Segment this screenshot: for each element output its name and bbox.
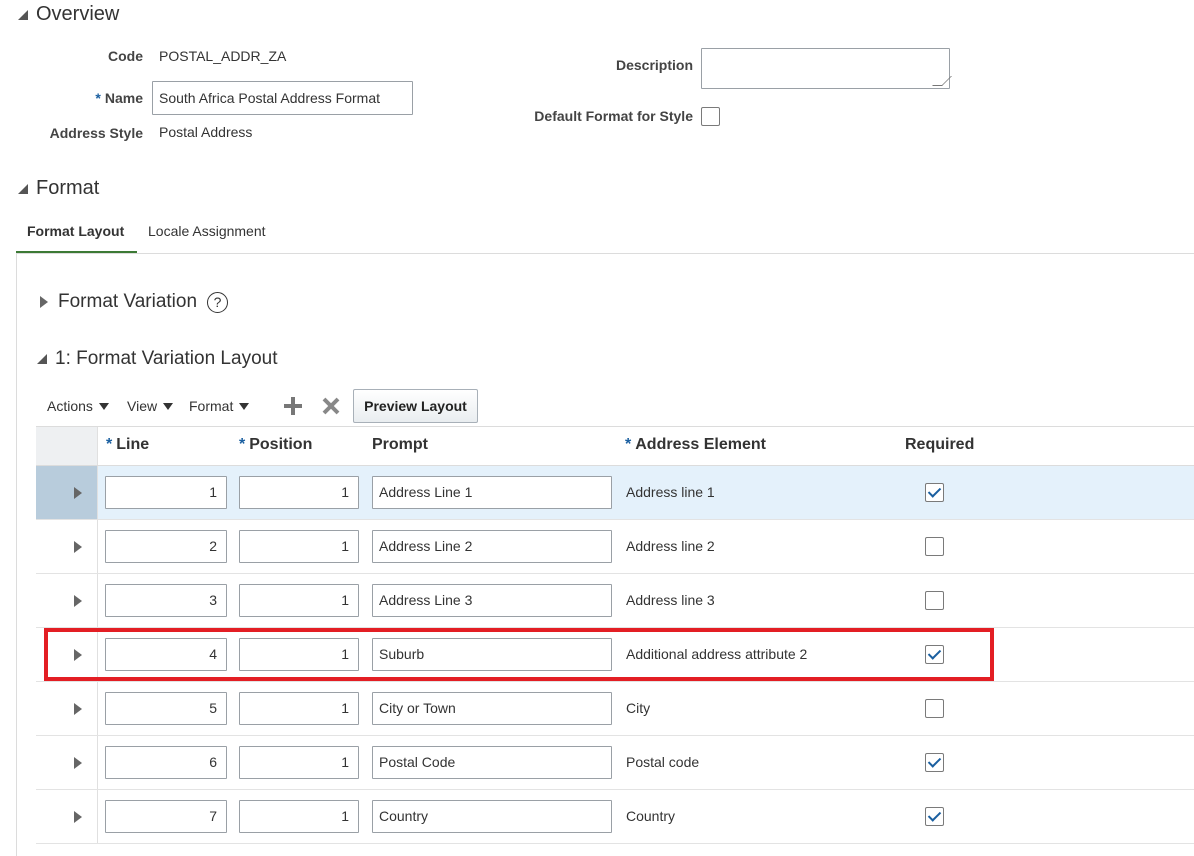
position-input[interactable]: 1 bbox=[239, 692, 359, 725]
actions-menu[interactable]: Actions bbox=[47, 398, 109, 414]
row-gutter[interactable] bbox=[36, 520, 98, 573]
default-format-label: Default Format for Style bbox=[534, 108, 693, 124]
expand-row-icon[interactable] bbox=[74, 595, 82, 607]
position-input[interactable]: 1 bbox=[239, 584, 359, 617]
column-header-position[interactable]: * Position bbox=[239, 436, 312, 454]
line-input[interactable]: 1 bbox=[105, 476, 227, 509]
address-element-value: Postal code bbox=[626, 754, 700, 770]
view-menu[interactable]: View bbox=[127, 398, 174, 414]
line-input[interactable]: 5 bbox=[105, 692, 227, 725]
column-header-prompt[interactable]: Prompt bbox=[372, 436, 428, 454]
required-checkbox[interactable] bbox=[925, 537, 944, 556]
expand-row-icon[interactable] bbox=[74, 811, 82, 823]
format-variation-header[interactable]: Format Variation ? bbox=[40, 291, 229, 313]
overview-title: Overview bbox=[36, 3, 120, 25]
format-title: Format bbox=[36, 177, 100, 199]
address-element-value: Address line 2 bbox=[626, 538, 715, 554]
x-icon[interactable] bbox=[322, 397, 340, 415]
address-element-value: Address line 3 bbox=[626, 592, 715, 608]
prompt-input[interactable]: Address Line 2 bbox=[372, 530, 612, 563]
tab-format-layout[interactable]: Format Layout bbox=[27, 223, 124, 239]
column-header-line[interactable]: * Line bbox=[106, 436, 149, 454]
address-element-value: Country bbox=[626, 808, 676, 824]
table-row[interactable]: 6 1 Postal Code Postal code bbox=[36, 736, 1194, 790]
position-input[interactable]: 1 bbox=[239, 746, 359, 779]
required-checkbox[interactable] bbox=[925, 807, 944, 826]
prompt-input[interactable]: Country bbox=[372, 800, 612, 833]
default-format-checkbox[interactable] bbox=[701, 107, 720, 126]
table-row[interactable]: 1 1 Address Line 1 Address line 1 bbox=[36, 466, 1194, 520]
header-gutter bbox=[36, 427, 98, 465]
resize-handle-icon[interactable] bbox=[932, 76, 952, 86]
position-input[interactable]: 1 bbox=[239, 800, 359, 833]
description-textarea[interactable] bbox=[701, 48, 952, 89]
caret-down-icon bbox=[98, 402, 109, 410]
format-header[interactable]: Format bbox=[18, 177, 99, 200]
name-label: * Name bbox=[95, 90, 143, 106]
row-gutter[interactable] bbox=[36, 682, 98, 735]
format-variation-title: Format Variation bbox=[58, 291, 198, 312]
required-checkbox[interactable] bbox=[925, 591, 944, 610]
plus-icon[interactable] bbox=[284, 397, 302, 415]
line-input[interactable]: 3 bbox=[105, 584, 227, 617]
variation-layout-header[interactable]: 1: Format Variation Layout bbox=[37, 348, 277, 370]
required-checkbox[interactable] bbox=[925, 699, 944, 718]
name-input[interactable] bbox=[152, 81, 413, 115]
help-icon[interactable]: ? bbox=[207, 291, 229, 313]
line-input[interactable]: 6 bbox=[105, 746, 227, 779]
table-row[interactable]: 2 1 Address Line 2 Address line 2 bbox=[36, 520, 1194, 574]
required-checkbox[interactable] bbox=[925, 753, 944, 772]
address-element-value: Address line 1 bbox=[626, 484, 715, 500]
column-header-required[interactable]: Required bbox=[905, 436, 974, 454]
address-style-value: Postal Address bbox=[159, 124, 253, 140]
line-input[interactable]: 2 bbox=[105, 530, 227, 563]
address-style-label: Address Style bbox=[49, 125, 143, 141]
row-gutter[interactable] bbox=[36, 466, 98, 519]
expand-row-icon[interactable] bbox=[74, 541, 82, 553]
collapse-icon[interactable] bbox=[18, 183, 28, 194]
content-border bbox=[16, 254, 17, 856]
collapse-icon[interactable] bbox=[37, 354, 47, 364]
table-row[interactable]: 5 1 City or Town City bbox=[36, 682, 1194, 736]
expand-row-icon[interactable] bbox=[74, 703, 82, 715]
table-top-border bbox=[36, 426, 1194, 427]
expand-row-icon[interactable] bbox=[74, 757, 82, 769]
row-gutter[interactable] bbox=[36, 790, 98, 843]
expand-icon[interactable] bbox=[40, 296, 48, 308]
description-label: Description bbox=[615, 57, 693, 73]
position-input[interactable]: 1 bbox=[239, 530, 359, 563]
preview-layout-button[interactable]: Preview Layout bbox=[353, 389, 478, 423]
prompt-input[interactable]: City or Town bbox=[372, 692, 612, 725]
required-marker: * bbox=[95, 90, 101, 106]
column-header-address-element[interactable]: * Address Element bbox=[625, 436, 766, 454]
code-value: POSTAL_ADDR_ZA bbox=[159, 48, 287, 64]
code-label: Code bbox=[108, 48, 143, 64]
position-input[interactable]: 1 bbox=[239, 476, 359, 509]
expand-row-icon[interactable] bbox=[74, 487, 82, 499]
prompt-input[interactable]: Postal Code bbox=[372, 746, 612, 779]
tab-divider bbox=[16, 253, 1194, 254]
row-gutter[interactable] bbox=[36, 574, 98, 627]
tab-locale-assignment[interactable]: Locale Assignment bbox=[148, 223, 266, 239]
table-row[interactable]: 7 1 Country Country bbox=[36, 790, 1194, 844]
row-gutter[interactable] bbox=[36, 736, 98, 789]
caret-down-icon bbox=[239, 402, 250, 410]
collapse-icon[interactable] bbox=[18, 9, 28, 20]
table-row[interactable]: 3 1 Address Line 3 Address line 3 bbox=[36, 574, 1194, 628]
address-element-value: City bbox=[626, 700, 651, 716]
prompt-input[interactable]: Address Line 1 bbox=[372, 476, 612, 509]
highlight-box bbox=[44, 628, 994, 681]
variation-layout-title: 1: Format Variation Layout bbox=[55, 348, 278, 369]
caret-down-icon bbox=[163, 402, 174, 410]
required-checkbox[interactable] bbox=[925, 483, 944, 502]
prompt-input[interactable]: Address Line 3 bbox=[372, 584, 612, 617]
line-input[interactable]: 7 bbox=[105, 800, 227, 833]
overview-header[interactable]: Overview bbox=[18, 3, 119, 26]
format-menu[interactable]: Format bbox=[189, 398, 250, 414]
